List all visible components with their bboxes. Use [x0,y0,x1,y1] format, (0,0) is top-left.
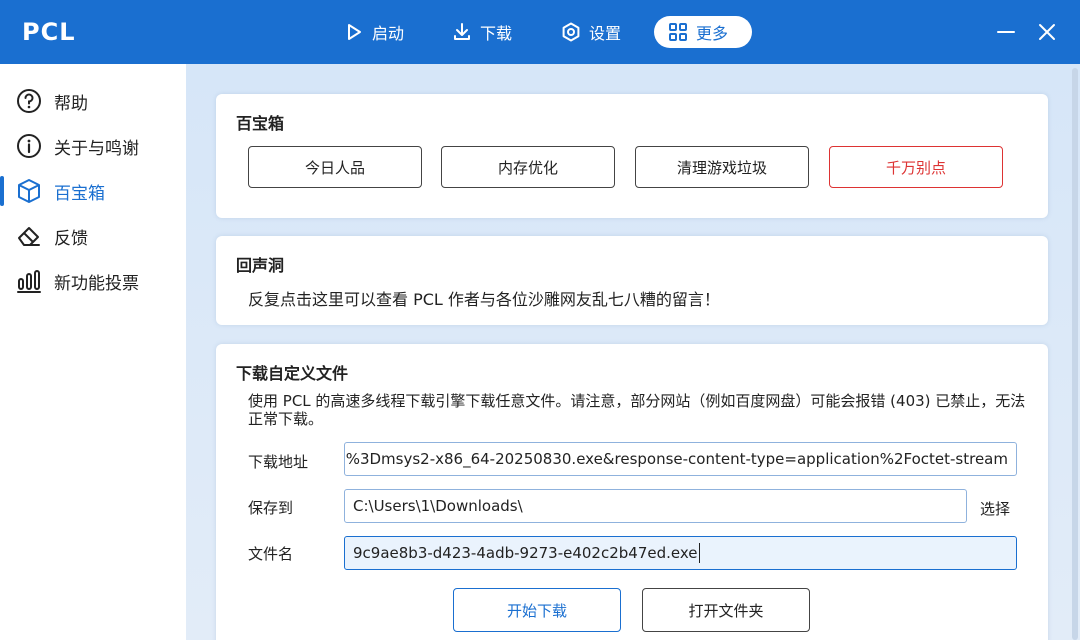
download-description: 使用 PCL 的高速多线程下载引擎下载任意文件。请注意，部分网站（例如百度网盘）… [248,392,1026,428]
help-icon [17,89,41,113]
save-path-value: C:\Users\1\Downloads\ [353,497,523,515]
sidebar: 帮助 关于与鸣谢 百宝箱 反馈 新功能投票 [0,64,186,640]
filename-value: 9c9ae8b3-d423-4adb-9273-e402c2b47ed.exe [353,544,698,562]
main-content: 百宝箱 今日人品 内存优化 清理游戏垃圾 千万别点 回声洞 反复点击这里可以查看… [186,64,1080,640]
sidebar-item-label: 反馈 [54,228,88,249]
scrollbar[interactable] [1072,68,1078,640]
play-icon [348,24,361,40]
sidebar-item-about[interactable]: 关于与鸣谢 [0,126,186,166]
url-value: ie%3Dmsys2-x86_64-20250830.exe&response-… [344,450,1008,468]
grid-icon [669,23,687,41]
title-bar: PCL 启动 下载 设置 更多 [0,0,1080,64]
start-download-button[interactable]: 开始下载 [453,588,621,632]
url-input[interactable]: ie%3Dmsys2-x86_64-20250830.exe&response-… [344,442,1017,476]
download-icon [454,23,470,40]
card-title: 回声洞 [236,256,285,275]
minimize-icon[interactable] [994,20,1018,44]
save-path-input[interactable]: C:\Users\1\Downloads\ [344,489,967,523]
filename-label: 文件名 [248,545,294,563]
info-icon [17,134,41,158]
nav-launch-label: 启动 [372,24,405,43]
sidebar-item-label: 帮助 [54,93,88,114]
select-folder-button[interactable]: 选择 [980,498,1010,519]
nav-download[interactable]: 下载 [438,16,526,48]
nav-more-label: 更多 [696,24,729,43]
dont-click-button[interactable]: 千万别点 [829,146,1003,188]
nav-more[interactable]: 更多 [654,16,752,48]
nav-download-label: 下载 [480,24,513,43]
card-title: 下载自定义文件 [236,364,349,383]
nav-launch[interactable]: 启动 [330,16,418,48]
nav-settings[interactable]: 设置 [547,16,635,48]
sidebar-item-label: 百宝箱 [54,183,105,204]
clean-game-junk-button[interactable]: 清理游戏垃圾 [635,146,809,188]
sidebar-item-label: 新功能投票 [54,273,139,294]
url-label: 下载地址 [248,453,309,471]
sidebar-item-vote[interactable]: 新功能投票 [0,261,186,301]
sidebar-item-toolbox[interactable]: 百宝箱 [0,171,186,211]
today-luck-button[interactable]: 今日人品 [248,146,422,188]
open-folder-button[interactable]: 打开文件夹 [642,588,810,632]
filename-input[interactable]: 9c9ae8b3-d423-4adb-9273-e402c2b47ed.exe [344,536,1017,570]
bar-chart-icon [17,270,41,293]
toolbox-card: 百宝箱 今日人品 内存优化 清理游戏垃圾 千万别点 [216,94,1048,218]
memory-optimize-button[interactable]: 内存优化 [441,146,615,188]
close-icon[interactable] [1035,20,1059,44]
sidebar-item-help[interactable]: 帮助 [0,81,186,121]
text-caret [698,543,700,563]
download-card: 下载自定义文件 使用 PCL 的高速多线程下载引擎下载任意文件。请注意，部分网站… [216,344,1048,640]
eraser-icon [18,227,40,246]
echo-card[interactable]: 回声洞 反复点击这里可以查看 PCL 作者与各位沙雕网友乱七八糟的留言！ [216,236,1048,325]
app-logo: PCL [22,18,76,46]
gear-icon [562,22,580,42]
card-title: 百宝箱 [236,114,285,133]
sidebar-item-label: 关于与鸣谢 [54,138,139,159]
sidebar-item-feedback[interactable]: 反馈 [0,216,186,256]
echo-text[interactable]: 反复点击这里可以查看 PCL 作者与各位沙雕网友乱七八糟的留言！ [248,286,720,310]
nav-settings-label: 设置 [589,24,622,43]
save-label: 保存到 [248,499,294,517]
box-icon [18,179,40,203]
